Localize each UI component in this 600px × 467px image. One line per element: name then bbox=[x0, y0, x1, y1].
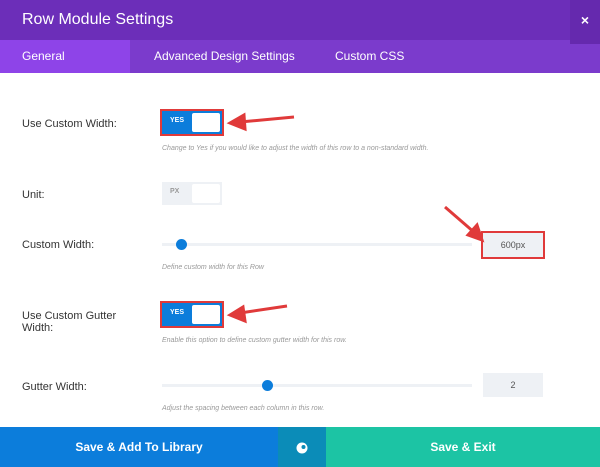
preview-button[interactable] bbox=[278, 427, 326, 467]
annotation-arrows bbox=[226, 112, 485, 324]
save-add-to-library-button[interactable]: Save & Add To Library bbox=[0, 427, 278, 467]
save-exit-button[interactable]: Save & Exit bbox=[326, 427, 600, 467]
eye-icon bbox=[296, 442, 308, 454]
